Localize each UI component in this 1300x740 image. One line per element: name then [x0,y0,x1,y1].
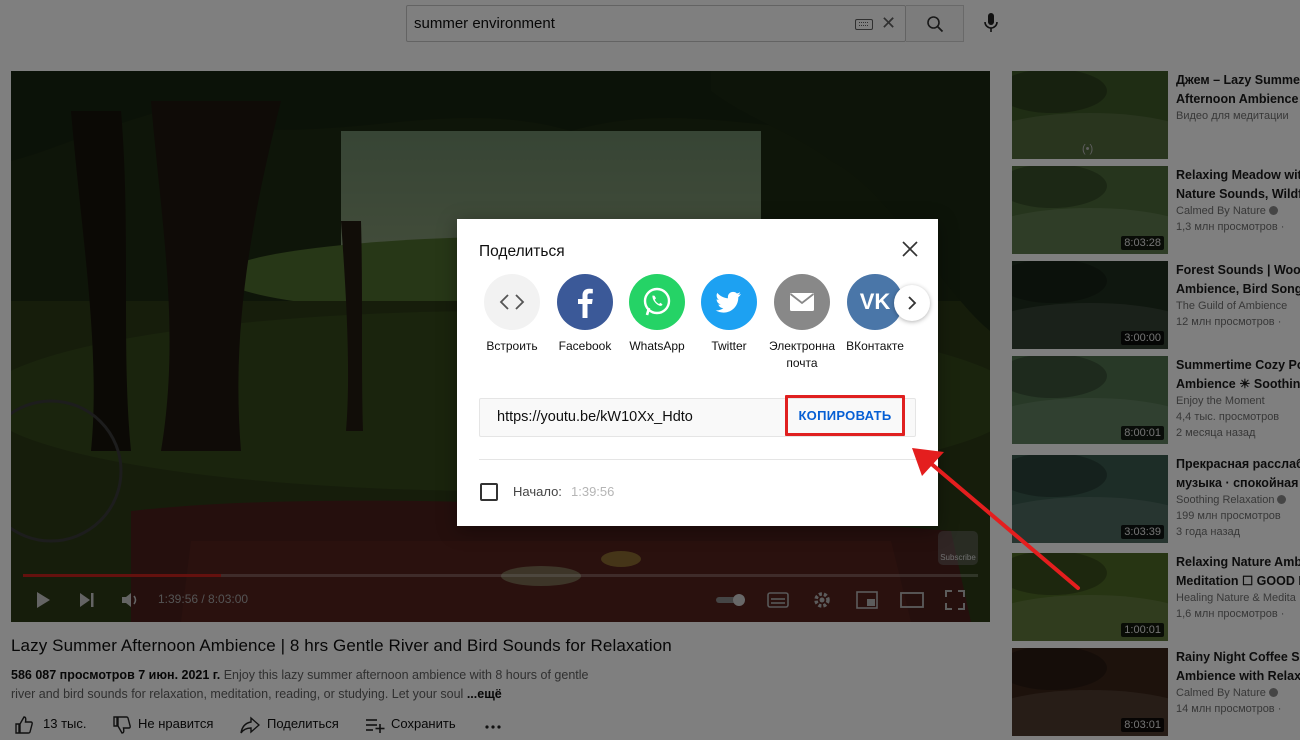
chevron-right-icon [908,296,917,310]
share-embed[interactable]: Встроить [476,274,548,374]
dialog-title: Поделиться [479,243,565,260]
copy-highlight-box [785,395,905,436]
share-url-text: https://youtu.be/kW10Xx_Hdto [497,409,693,425]
next-share-targets-button[interactable] [894,285,930,321]
twitter-icon [701,274,757,330]
share-twitter-label: Twitter [711,339,747,353]
share-facebook[interactable]: Facebook [549,274,621,374]
start-at-time: 1:39:56 [571,484,615,499]
dialog-divider [479,459,916,460]
share-facebook-label: Facebook [558,339,612,353]
email-icon [774,274,830,330]
share-twitter[interactable]: Twitter [693,274,765,374]
start-at-label: Начало: [513,484,562,499]
whatsapp-icon [629,274,685,330]
facebook-icon [557,274,613,330]
share-email-label: Электронна почта [768,339,836,370]
embed-icon [484,274,540,330]
share-embed-label: Встроить [486,339,538,353]
share-whatsapp-label: WhatsApp [629,339,685,353]
start-at-checkbox[interactable] [480,483,498,501]
share-dialog: Поделиться Встроить Facebook WhatsApp Tw… [457,219,938,526]
svg-text:VK: VK [860,289,891,314]
close-icon[interactable] [898,237,922,261]
share-whatsapp[interactable]: WhatsApp [621,274,693,374]
share-vk-label: ВКонтакте [846,339,904,353]
share-email[interactable]: Электронна почта [766,274,838,374]
